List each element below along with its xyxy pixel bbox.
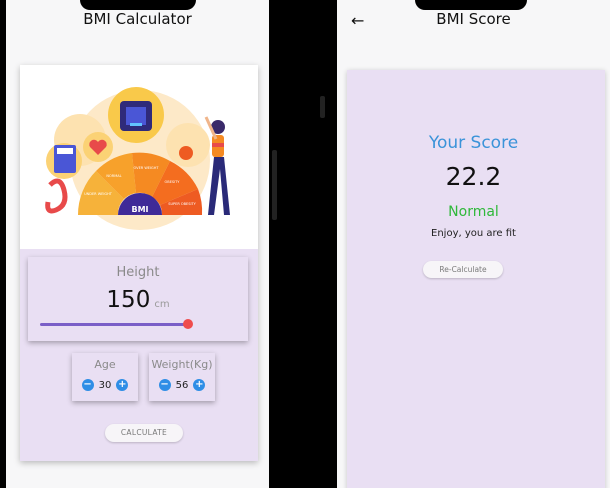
recalculate-button[interactable]: Re-Calculate (423, 261, 503, 278)
age-value: 30 (98, 379, 112, 391)
gauge-label-over: OVER WEIGHT (133, 166, 159, 170)
phone-notch (80, 0, 196, 10)
calculator-card: BMI UNDER WEIGHT NORMAL OVER WEIGHT OBES… (20, 65, 258, 461)
age-stepper: − 30 + (72, 379, 138, 391)
height-label: Height (116, 265, 160, 280)
bmi-calculator-screen: BMI Calculator BMI UNDER WEIGHT NORMAL O… (6, 0, 269, 488)
left-phone-frame: BMI Calculator BMI UNDER WEIGHT NORMAL O… (0, 0, 279, 488)
calculate-button[interactable]: CALCULATE (105, 424, 183, 442)
age-label: Age (94, 358, 116, 371)
page-title: BMI Calculator (83, 10, 192, 28)
phone-notch (415, 0, 527, 10)
age-decrement-button[interactable]: − (81, 379, 94, 391)
height-value-row: 150 cm (28, 287, 248, 313)
gauge-label-under: UNDER WEIGHT (84, 192, 113, 196)
bmi-score-value: 22.2 (445, 162, 502, 191)
height-card: Height 150 cm (28, 257, 248, 341)
bmi-status: Normal (448, 204, 499, 220)
gauge-label-super: SUPER OBESITY (168, 202, 196, 206)
right-phone-frame: ← BMI Score Your Score 22.2 Normal Enjoy… (320, 0, 610, 488)
height-slider[interactable] (40, 323, 189, 326)
age-card: Age − 30 + (72, 353, 138, 401)
bmi-illustration: BMI UNDER WEIGHT NORMAL OVER WEIGHT OBES… (20, 65, 258, 249)
height-value: 150 (106, 287, 151, 313)
age-increment-button[interactable]: + (116, 379, 129, 391)
weight-stepper: − 56 + (149, 379, 215, 391)
bmi-score-screen: ← BMI Score Your Score 22.2 Normal Enjoy… (337, 0, 610, 488)
your-score-label: Your Score (428, 133, 519, 153)
weight-decrement-button[interactable]: − (158, 379, 171, 391)
weight-card: Weight(Kg) − 56 + (149, 353, 215, 401)
bmi-illustration-graphic: BMI UNDER WEIGHT NORMAL OVER WEIGHT OBES… (45, 87, 230, 230)
height-unit: cm (154, 299, 170, 310)
bmi-message: Enjoy, you are fit (431, 228, 516, 239)
gauge-center-label: BMI (131, 205, 148, 214)
page-title: BMI Score (436, 10, 511, 28)
weight-increment-button[interactable]: + (193, 379, 206, 391)
gauge-label-normal: NORMAL (106, 174, 121, 178)
weight-label: Weight(Kg) (151, 358, 213, 371)
height-slider-thumb[interactable] (183, 319, 194, 329)
side-button (272, 150, 277, 220)
weight-value: 56 (175, 379, 189, 391)
gauge-label-obesity: OBESITY (165, 180, 181, 184)
side-button (320, 96, 325, 118)
